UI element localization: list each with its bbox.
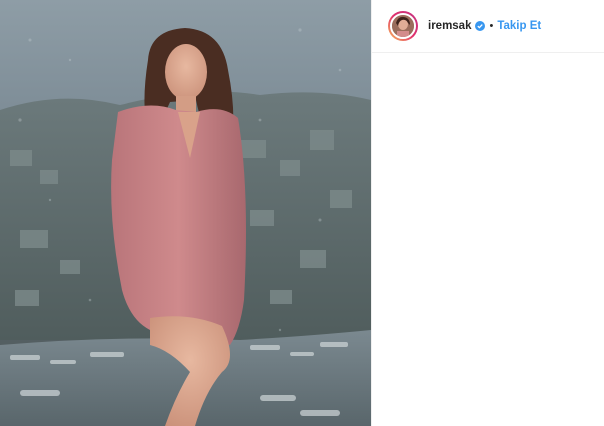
avatar-photo	[390, 13, 416, 39]
post-header: iremsak • Takip Et	[372, 0, 604, 53]
avatar[interactable]	[388, 11, 418, 41]
username-link[interactable]: iremsak	[428, 20, 471, 32]
avatar-image	[392, 15, 414, 37]
post-photo[interactable]	[0, 0, 371, 426]
post-photo-image	[0, 0, 371, 426]
instagram-post: iremsak • Takip Et	[0, 0, 604, 426]
follow-button[interactable]: Takip Et	[497, 20, 541, 32]
verified-badge-icon	[475, 21, 486, 31]
separator-dot: •	[489, 20, 494, 32]
post-side-panel: iremsak • Takip Et	[371, 0, 604, 426]
